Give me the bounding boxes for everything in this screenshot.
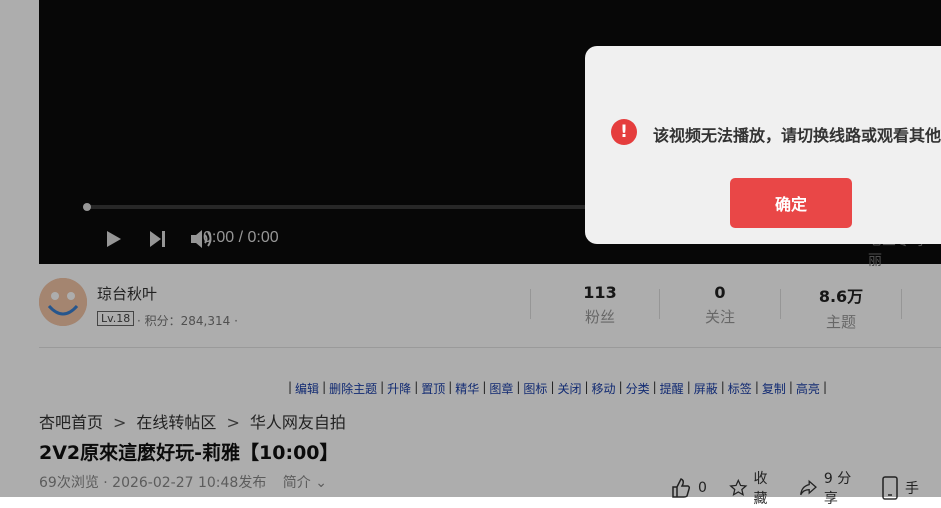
- admin-link-move[interactable]: 移动: [592, 380, 616, 397]
- error-dialog: ! 该视频无法播放，请切换线路或观看其他视频 确定: [585, 46, 941, 244]
- author-row: 琼台秋叶 Lv.18 · 积分：284,314 · 113 粉丝 0 关注 8.…: [39, 275, 941, 348]
- stat-following[interactable]: 0 关注: [670, 283, 770, 327]
- admin-link-copy[interactable]: 复制: [762, 380, 786, 397]
- stat-number: 0: [714, 283, 726, 302]
- breadcrumb-section[interactable]: 华人网友自拍: [250, 413, 346, 432]
- author-points: · 积分：284,314 ·: [137, 314, 238, 328]
- divider: [530, 289, 531, 319]
- divider: [901, 289, 902, 319]
- avatar[interactable]: [39, 278, 87, 326]
- chevron-down-icon: ⌄: [315, 475, 327, 491]
- time-display: 0:00 / 0:00: [203, 229, 279, 246]
- stat-label: 粉丝: [584, 308, 615, 326]
- admin-link-stamp[interactable]: 图章: [489, 380, 513, 397]
- progress-knob[interactable]: [83, 203, 91, 211]
- error-icon: !: [611, 119, 637, 145]
- post-meta-text: 69次浏览 · 2026-02-27 10:48发布: [39, 475, 267, 491]
- post-title: 2V2原來這麼好玩-莉雅【10:00】: [39, 442, 339, 464]
- admin-link-edit[interactable]: 编辑: [295, 380, 319, 397]
- admin-link-block[interactable]: 屏蔽: [694, 380, 718, 397]
- stat-label: 关注: [704, 308, 735, 326]
- share-button[interactable]: 9 分享: [799, 468, 859, 508]
- admin-link-tags[interactable]: 标签: [728, 380, 752, 397]
- stat-number: 8.6万: [818, 287, 864, 306]
- admin-link-remind[interactable]: 提醒: [660, 380, 684, 397]
- stat-topics[interactable]: 8.6万 主题: [791, 283, 891, 332]
- admin-link-delete[interactable]: 删除主题: [329, 380, 377, 397]
- favorite-label: 收藏: [753, 471, 768, 507]
- admin-link-icon[interactable]: 图标: [523, 380, 547, 397]
- intro-toggle[interactable]: 简介 ⌄: [283, 475, 327, 491]
- mobile-button[interactable]: 手: [881, 476, 919, 500]
- star-icon: [729, 478, 748, 497]
- admin-link-bump[interactable]: 升降: [387, 380, 411, 397]
- share-label: 9 分享: [823, 471, 852, 507]
- like-button[interactable]: 0: [670, 477, 707, 499]
- next-icon[interactable]: [148, 226, 168, 252]
- share-icon: [800, 479, 818, 496]
- post-meta: 69次浏览 · 2026-02-27 10:48发布 简介 ⌄: [39, 472, 327, 492]
- stat-number: 113: [583, 283, 617, 302]
- mobile-label: 手: [905, 481, 919, 497]
- like-count: 0: [698, 480, 707, 496]
- progress-bar[interactable]: [86, 205, 646, 209]
- author-name[interactable]: 琼台秋叶: [97, 283, 157, 304]
- confirm-button[interactable]: 确定: [730, 178, 852, 228]
- post-actions: 0 收藏 9 分享 手: [670, 468, 941, 508]
- play-icon[interactable]: [105, 226, 123, 252]
- dialog-message: 该视频无法播放，请切换线路或观看其他视频: [653, 126, 941, 145]
- admin-link-category[interactable]: 分类: [626, 380, 650, 397]
- level-badge: Lv.18: [97, 311, 135, 326]
- stat-fans[interactable]: 113 粉丝: [550, 283, 650, 327]
- admin-link-close[interactable]: 关闭: [557, 380, 581, 397]
- breadcrumb: 杏吧首页 > 在线转帖区 > 华人网友自拍: [39, 413, 346, 432]
- admin-link-sticky[interactable]: 置顶: [421, 380, 445, 397]
- intro-label: 简介: [282, 475, 311, 491]
- phone-icon: [882, 476, 898, 500]
- divider: [780, 289, 781, 319]
- breadcrumb-home[interactable]: 杏吧首页: [39, 413, 103, 432]
- stat-label: 主题: [825, 313, 856, 331]
- admin-link-digest[interactable]: 精华: [455, 380, 479, 397]
- favorite-button[interactable]: 收藏: [729, 468, 777, 508]
- admin-links: | 编辑 | 删除主题 | 升降 | 置顶 | 精华 | 图章 | 图标 | 关闭 | 移动 | 分…: [288, 380, 827, 397]
- breadcrumb-forum[interactable]: 在线转帖区: [136, 413, 216, 432]
- thumbs-up-icon: [672, 478, 691, 498]
- admin-link-highlight[interactable]: 高亮: [796, 380, 820, 397]
- divider: [659, 289, 660, 319]
